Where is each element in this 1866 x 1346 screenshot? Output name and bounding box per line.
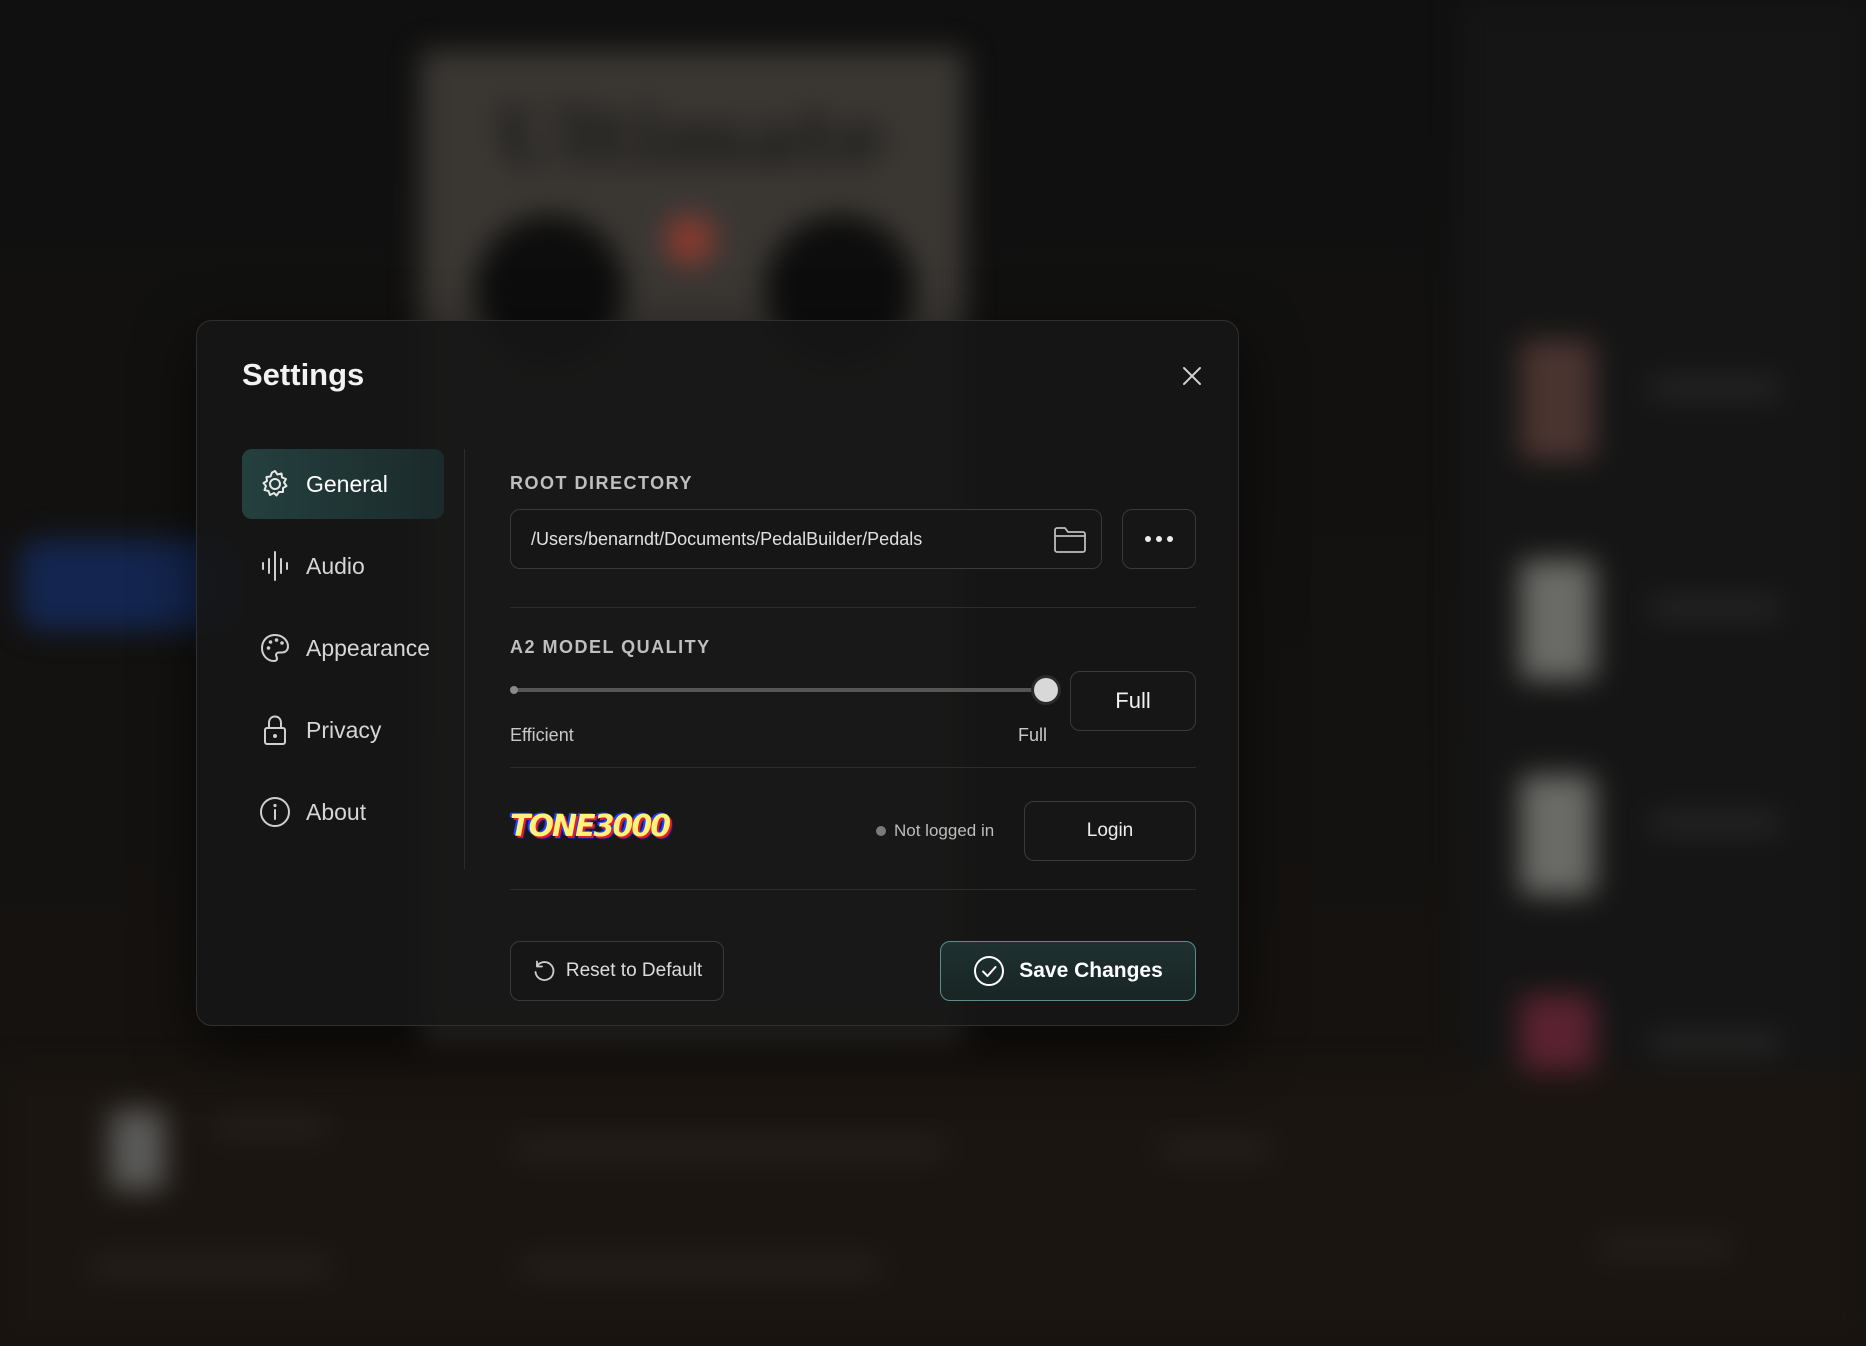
- slider-start-marker: [510, 686, 518, 694]
- tone3000-logo: TONE3000: [510, 809, 671, 844]
- sidebar-item-privacy[interactable]: Privacy: [242, 695, 444, 765]
- background-led: [665, 215, 715, 265]
- background-card-text: [1650, 600, 1780, 616]
- reset-to-default-button[interactable]: Reset to Default: [510, 941, 724, 1001]
- close-icon: [1183, 367, 1201, 385]
- background-card-text: [1650, 380, 1780, 396]
- background-pedal-card: [1520, 340, 1595, 460]
- sidebar-item-label: General: [306, 470, 388, 497]
- info-icon: [258, 795, 292, 829]
- section-divider: [510, 607, 1196, 608]
- sidebar-item-label: About: [306, 798, 367, 825]
- slider-max-label: Full: [1018, 725, 1048, 745]
- section-divider: [510, 889, 1196, 890]
- quality-value-button[interactable]: Full: [1070, 671, 1196, 731]
- background-pedal-title: Ultimate: [495, 90, 887, 184]
- background-text: [1600, 1240, 1730, 1254]
- settings-sidebar: General Audio Appearance Privacy About: [242, 449, 444, 859]
- sidebar-item-audio[interactable]: Audio: [242, 531, 444, 601]
- sidebar-divider: [464, 449, 465, 869]
- background-pedal-card: [1520, 775, 1595, 895]
- sidebar-item-label: Appearance: [306, 634, 431, 661]
- gear-icon: [258, 467, 292, 501]
- ellipsis-icon: [1145, 536, 1173, 542]
- background-text: [90, 1260, 330, 1274]
- sidebar-item-appearance[interactable]: Appearance: [242, 613, 444, 683]
- slider-thumb[interactable]: [1034, 678, 1058, 702]
- sidebar-item-general[interactable]: General: [242, 449, 444, 519]
- reset-label: Reset to Default: [565, 960, 703, 981]
- save-changes-button[interactable]: Save Changes: [940, 941, 1196, 1001]
- waveform-icon: [258, 549, 292, 583]
- check-circle-icon: [973, 955, 1005, 987]
- section-divider: [510, 767, 1196, 768]
- login-button[interactable]: Login: [1024, 801, 1196, 861]
- model-quality-label: A2 MODEL QUALITY: [510, 637, 711, 657]
- slider-min-label: Efficient: [510, 725, 574, 745]
- folder-icon: [1054, 527, 1086, 553]
- background-bottom-bar: [0, 1070, 1866, 1346]
- lock-icon: [258, 713, 292, 747]
- browse-folder-button[interactable]: [1053, 524, 1087, 556]
- login-status: Not logged in: [876, 821, 994, 841]
- background-text: [520, 1260, 880, 1274]
- slider-fill: [514, 688, 1046, 692]
- login-status-text: Not logged in: [894, 821, 995, 840]
- settings-dialog: Settings General Audio Appearance Privac…: [196, 320, 1239, 1026]
- save-label: Save Changes: [1019, 959, 1163, 982]
- sidebar-item-label: Privacy: [306, 716, 382, 743]
- palette-icon: [258, 631, 292, 665]
- status-dot-icon: [876, 826, 886, 836]
- more-options-button[interactable]: [1122, 509, 1196, 569]
- background-text: [515, 1142, 945, 1156]
- sidebar-item-about[interactable]: About: [242, 777, 444, 847]
- background-card-text: [1650, 815, 1780, 831]
- root-directory-row: /Users/benarndt/Documents/PedalBuilder/P…: [510, 509, 1196, 569]
- root-directory-label: ROOT DIRECTORY: [510, 473, 694, 493]
- background-thumb: [110, 1110, 165, 1190]
- background-pedal-card: [1520, 560, 1595, 680]
- root-directory-field[interactable]: /Users/benarndt/Documents/PedalBuilder/P…: [510, 509, 1102, 569]
- root-directory-path: /Users/benarndt/Documents/PedalBuilder/P…: [531, 528, 923, 549]
- background-card-text: [1650, 1035, 1780, 1051]
- close-button[interactable]: [1177, 361, 1207, 391]
- background-text: [1160, 1142, 1270, 1156]
- reset-icon: [532, 959, 556, 983]
- sidebar-item-label: Audio: [306, 552, 365, 579]
- dialog-title: Settings: [242, 357, 365, 392]
- background-text: [215, 1120, 325, 1134]
- model-quality-slider[interactable]: [510, 675, 1058, 705]
